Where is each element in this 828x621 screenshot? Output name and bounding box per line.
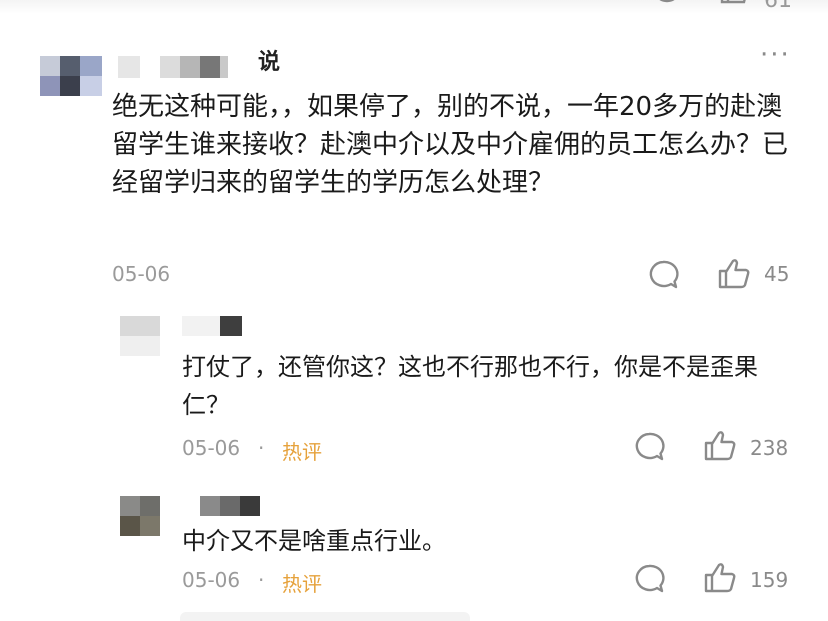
reply-date: 05-06 [182,436,241,460]
comment-icon[interactable] [646,258,680,292]
like-icon[interactable] [702,560,738,596]
username-blurred[interactable] [182,316,244,336]
said-label: 说 [258,50,281,75]
reply-text: 中介又不是啥重点行业。 [182,527,446,555]
reply-date: 05-06 [182,568,241,592]
like-count: 61 [764,0,792,13]
meta-separator: · [258,568,265,592]
comment-icon[interactable] [652,0,682,10]
comment-icon[interactable] [632,430,666,464]
previous-comment-fade [0,0,828,14]
username-blurred[interactable] [200,496,260,516]
comment-date: 05-06 [112,262,171,286]
reply-text: 打仗了，还管你这？这也不行那也不行，你是不是歪果仁？ [182,353,758,419]
avatar[interactable] [120,316,160,356]
expand-replies-bar[interactable] [180,612,470,621]
hot-comment-badge: 热评 [282,572,322,596]
comment-text: 绝无这种可能，，如果停了，别的不说，一年20多万的赴澳留学生谁来接收？赴澳中介以… [112,92,789,198]
hot-comment-badge: 热评 [282,440,322,464]
username-blurred[interactable] [118,56,228,78]
avatar[interactable] [40,56,102,98]
like-count: 159 [750,568,789,592]
like-count: 238 [750,436,789,460]
comment-icon[interactable] [632,562,666,596]
meta-separator: · [258,436,265,460]
like-icon[interactable] [716,256,752,292]
avatar[interactable] [120,496,160,536]
like-icon[interactable] [720,0,750,10]
more-icon[interactable]: ··· [760,40,791,70]
like-count: 45 [764,262,790,286]
like-icon[interactable] [702,428,738,464]
